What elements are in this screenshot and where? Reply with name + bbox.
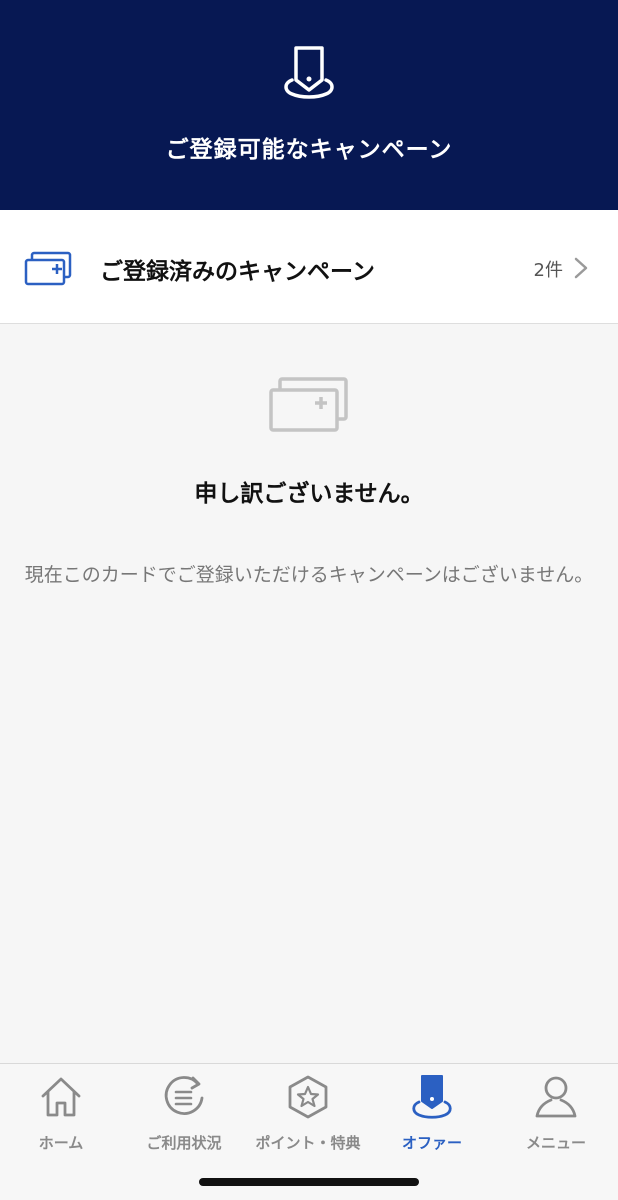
tab-home[interactable]: ホーム [6,1072,116,1152]
star-hexagon-icon [288,1075,328,1119]
chevron-right-icon [574,257,588,279]
offer-tag-icon [284,46,334,99]
tab-home-label: ホーム [38,1134,84,1152]
page-header: ご登録可能なキャンペーン [0,0,618,210]
tab-points[interactable]: ポイント・特典 [253,1072,363,1152]
tab-usage[interactable]: ご利用状況 [129,1072,239,1152]
page-title: ご登録可能なキャンペーン [165,137,453,163]
card-plus-icon [269,377,348,432]
home-indicator[interactable] [199,1178,419,1186]
tab-menu-label: メニュー [525,1134,586,1152]
tab-offer-label: オファー [401,1134,462,1152]
tab-menu[interactable]: メニュー [501,1072,611,1152]
tab-offer[interactable]: オファー [377,1072,487,1152]
tab-points-label: ポイント・特典 [255,1134,361,1152]
empty-state-message: 現在このカードでご登録いただけるキャンペーンはございません。 [24,564,594,586]
registered-campaigns-label: ご登録済みのキャンペーン [100,259,375,285]
screen: ご登録可能なキャンペーン ご登録済みのキャンペーン 2件 申し訳ございません。 … [0,0,618,1200]
card-plus-icon [24,251,72,286]
registered-campaigns-row[interactable]: ご登録済みのキャンペーン 2件 [0,210,618,324]
usage-list-icon [164,1076,204,1115]
registered-count: 2件 [533,260,563,281]
person-icon [535,1076,577,1118]
tab-usage-label: ご利用状況 [146,1134,222,1152]
offer-tag-icon [412,1075,452,1119]
home-icon [41,1077,81,1117]
empty-state-title: 申し訳ございません。 [194,481,424,507]
